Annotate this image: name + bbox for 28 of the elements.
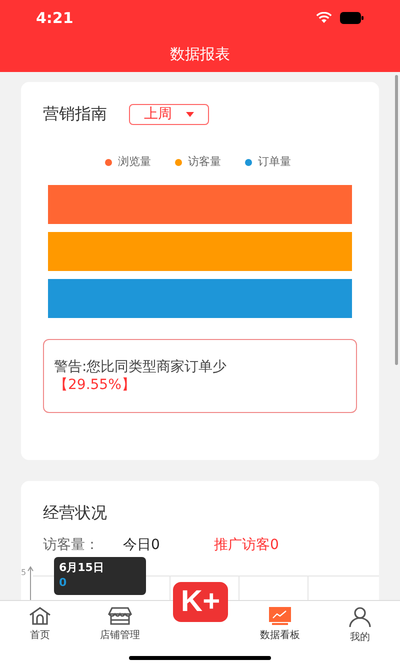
tooltip-value: 0 (59, 575, 68, 590)
status-time: 4:21 (36, 8, 74, 29)
period-dropdown[interactable]: 上周 (129, 104, 209, 124)
legend-label: 订单量 (258, 154, 291, 170)
tab-item[interactable]: 店铺管理 (100, 607, 140, 643)
house-icon (29, 607, 51, 625)
promoted-visitors: 推广访客0 (214, 536, 279, 555)
shop-icon (108, 607, 132, 625)
tab-item[interactable]: 首页 (29, 607, 51, 643)
today-visitors: 今日0 (123, 536, 161, 555)
warning-value: 【29.55%】 (54, 376, 136, 394)
tooltip-date: 6月15日 (59, 560, 105, 575)
legend-label: 访客量 (188, 154, 221, 170)
tab-item[interactable]: 我的 (349, 607, 371, 645)
caret-icon (186, 112, 194, 116)
tab-item[interactable]: 数据看板 (260, 607, 300, 643)
page-title: 数据报表 (170, 44, 230, 65)
legend-label: 浏览量 (118, 154, 151, 170)
warning-text: 警告:您比同类型商家订单少 (54, 358, 228, 376)
app-logo[interactable]: K+ (173, 582, 228, 622)
section-title: 营销指南 (43, 103, 107, 125)
visitor-label: 访客量： (43, 536, 100, 555)
wifi-icon (316, 12, 332, 24)
person-icon (349, 607, 371, 627)
chart-icon (269, 607, 291, 625)
section-title: 经营状况 (42, 502, 108, 524)
battery-icon (340, 12, 364, 24)
axis-tick: 5 (21, 569, 26, 577)
